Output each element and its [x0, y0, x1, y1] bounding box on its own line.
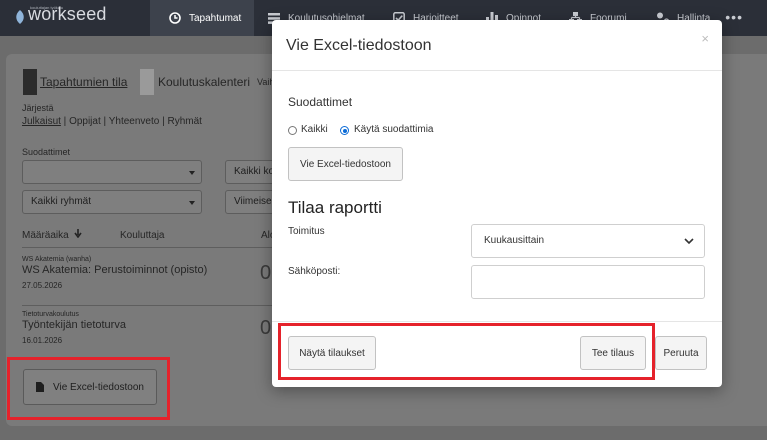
event-count: 0	[260, 262, 272, 284]
modal-footer-divider	[272, 321, 722, 322]
column-kouluttaja[interactable]: Kouluttaja	[120, 230, 164, 241]
more-menu-icon[interactable]: •••	[725, 9, 743, 25]
row-divider	[22, 305, 280, 306]
filter-select-empty[interactable]	[22, 160, 202, 184]
delivery-label: Toimitus	[288, 226, 325, 237]
nav-label: Tapahtumat	[189, 12, 242, 24]
radio-all-label[interactable]: Kaikki	[301, 124, 328, 135]
chevron-down-icon	[189, 171, 195, 175]
sort-oppijat[interactable]: Oppijat	[69, 116, 101, 127]
tab-marker	[140, 69, 154, 95]
chevron-down-icon	[684, 238, 694, 245]
sort-julkaisut[interactable]: Julkaisut	[22, 116, 61, 127]
filter-select-value: Kaikki ko	[234, 166, 275, 177]
filter-select-groups[interactable]: Kaikki ryhmät	[22, 190, 202, 214]
tab-tapahtumien-tila[interactable]: Tapahtumien tila	[40, 75, 127, 89]
event-title[interactable]: Työntekijän tietoturva	[22, 319, 126, 331]
radio-use-filters-label[interactable]: Käytä suodattimia	[354, 124, 434, 135]
button-label: Peruuta	[663, 347, 699, 359]
email-label: Sähköposti:	[288, 266, 341, 277]
radio-all[interactable]	[288, 126, 297, 135]
event-date: 16.01.2026	[22, 336, 63, 345]
event-category: WS Akatemia (wanha)	[22, 256, 92, 263]
button-label: Vie Excel-tiedostoon	[300, 158, 391, 170]
brand-name: workseed	[28, 4, 107, 24]
highlight-box-export	[7, 357, 170, 420]
filter-select-value: Viimeise	[234, 196, 272, 207]
column-maaraaika[interactable]: Määräaika	[22, 229, 83, 241]
clock-icon	[169, 12, 181, 24]
sort-ryhmat[interactable]: Ryhmät	[168, 116, 202, 127]
tab-koulutuskalenteri[interactable]: Koulutuskalenteri	[158, 75, 250, 89]
cancel-button[interactable]: Peruuta	[655, 336, 707, 370]
filters-label: Suodattimet	[22, 147, 71, 157]
sort-down-arrow-icon	[74, 229, 83, 239]
filter-select-value: Kaikki ryhmät	[31, 196, 92, 207]
modal-header: Vie Excel-tiedostoon ×	[272, 20, 722, 71]
sort-yhteenveto[interactable]: Yhteenveto	[109, 116, 160, 127]
tab-marker-active	[23, 69, 37, 95]
event-category: Tietoturvakoulutus	[22, 311, 79, 318]
chevron-down-icon	[189, 201, 195, 205]
event-count: 0	[260, 317, 272, 339]
close-icon[interactable]: ×	[701, 31, 709, 46]
event-date: 27.05.2026	[22, 281, 63, 290]
radio-use-filters[interactable]	[340, 126, 349, 135]
delivery-select-value: Kuukausittain	[484, 235, 545, 246]
modal-export-button[interactable]: Vie Excel-tiedostoon	[288, 147, 403, 181]
sort-label: Järjestä	[22, 103, 54, 113]
email-field[interactable]	[471, 265, 705, 299]
subscribe-heading: Tilaa raportti	[288, 198, 382, 217]
modal-title: Vie Excel-tiedostoon	[286, 37, 432, 54]
delivery-select[interactable]: Kuukausittain	[471, 224, 705, 258]
highlight-box-footer	[278, 323, 655, 380]
workseed-leaf-icon	[16, 10, 24, 24]
column-label: Määräaika	[22, 230, 69, 241]
sort-options: Julkaisut | Oppijat | Yhteenveto | Ryhmä…	[22, 116, 202, 127]
filters-heading: Suodattimet	[288, 95, 353, 109]
nav-tapahtumat[interactable]: Tapahtumat	[150, 0, 254, 36]
header-divider	[22, 247, 280, 248]
event-title[interactable]: WS Akatemia: Perustoiminnot (opisto)	[22, 264, 207, 276]
side-panel	[724, 54, 767, 426]
